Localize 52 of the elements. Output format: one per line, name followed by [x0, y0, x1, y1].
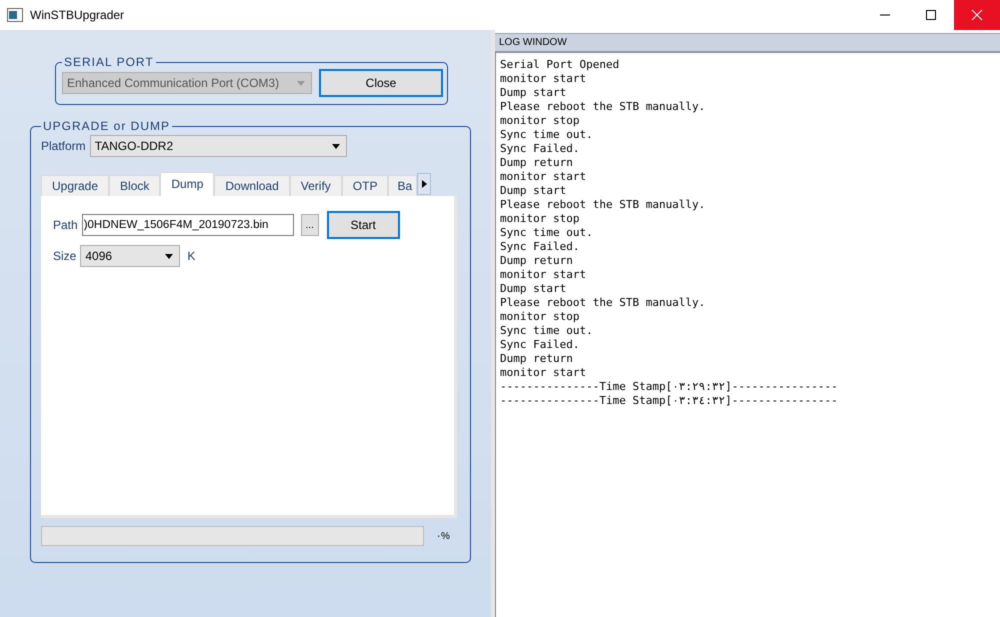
tab[interactable]: Upgrade — [41, 175, 110, 196]
window-title: WinSTBUpgrader — [30, 8, 124, 22]
log-line: ---------------Time Stamp[٠٣:٢٩:٣٢]---------------- — [500, 380, 838, 394]
size-unit: K — [187, 249, 196, 263]
platform-dropdown[interactable]: TANGO-DDR2 — [90, 135, 347, 157]
progress-percent: ٠% — [436, 530, 450, 542]
tab[interactable]: Verify — [290, 175, 342, 196]
app-icon — [7, 8, 23, 22]
log-line: monitor stop — [500, 212, 580, 226]
start-button[interactable]: Start — [326, 211, 400, 239]
log-line: Dump return — [500, 352, 573, 366]
log-title: LOG WINDOW — [499, 37, 567, 48]
tab[interactable]: Ba — [388, 175, 418, 196]
log-line: monitor start — [500, 366, 586, 380]
size-label: Size — [53, 249, 76, 263]
log-line: monitor stop — [500, 310, 580, 324]
size-dropdown[interactable]: 4096 — [80, 245, 180, 267]
log-line: Sync Failed. — [500, 338, 580, 352]
tab[interactable]: Dump — [160, 172, 214, 196]
log-line: Please reboot the STB manually. — [500, 100, 706, 114]
dropdown-arrow-icon — [165, 254, 174, 258]
log-line: Sync time out. — [500, 324, 593, 338]
log-line: Serial Port Opened — [500, 58, 620, 72]
log-line: Please reboot the STB manually. — [500, 296, 706, 310]
log-line: monitor start — [500, 170, 586, 184]
tab[interactable]: Download — [214, 175, 290, 196]
group-legend: UPGRADE or DUMP — [41, 119, 172, 133]
path-label: Path — [53, 218, 78, 232]
dropdown-arrow-icon — [297, 80, 305, 86]
log-line: Dump start — [500, 184, 566, 198]
platform-label: Platform — [41, 139, 86, 153]
log-line: Dump start — [500, 282, 566, 296]
log-line: Sync Failed. — [500, 142, 580, 156]
log-line: Dump start — [500, 86, 566, 100]
log-line: Please reboot the STB manually. — [500, 198, 706, 212]
log-line: Sync time out. — [500, 226, 593, 240]
tab-scroll-icon[interactable] — [417, 173, 432, 195]
path-field[interactable]: )0HDNEW_1506F4M_20190723.bin — [82, 214, 294, 236]
log-line: monitor stop — [500, 114, 580, 128]
close-button[interactable]: Close — [319, 69, 443, 97]
log-line: Dump return — [500, 254, 573, 268]
log-line: Sync Failed. — [500, 240, 580, 254]
log-line: Dump return — [500, 156, 573, 170]
tab[interactable]: Block — [109, 175, 160, 196]
log-line: monitor start — [500, 268, 586, 282]
group-legend: SERIAL PORT — [62, 55, 156, 69]
log-line: Sync time out. — [500, 128, 593, 142]
log-line: ---------------Time Stamp[٠٣:٣٤:٣٢]---------------- — [500, 394, 838, 408]
tab[interactable]: OTP — [342, 175, 388, 196]
dropdown-arrow-icon — [332, 144, 340, 148]
log-line: monitor start — [500, 72, 586, 86]
browse-button[interactable]: ... — [300, 214, 319, 236]
